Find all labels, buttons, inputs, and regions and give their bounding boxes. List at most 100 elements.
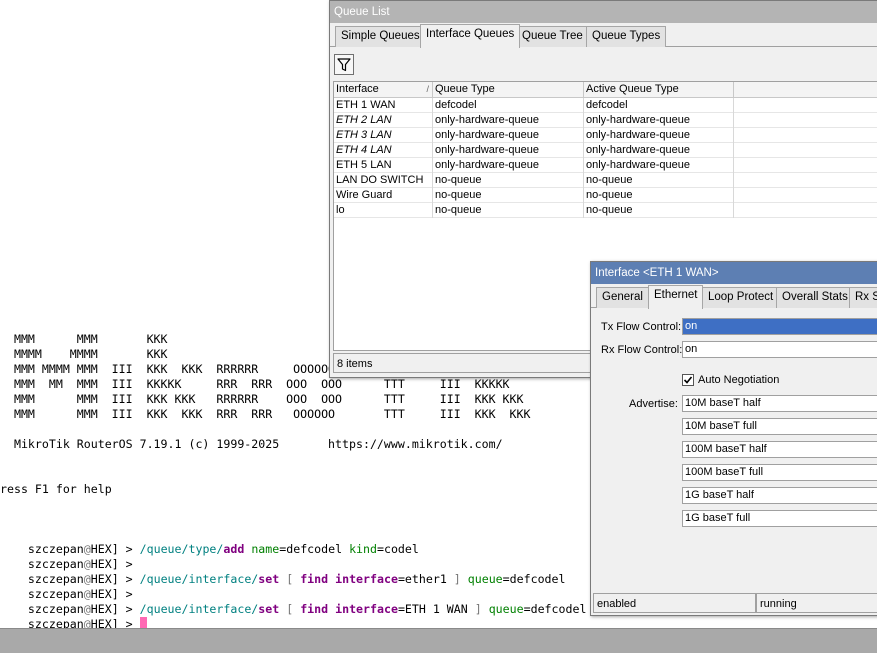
command-line: szczepan@HEX] > /queue/type/add name=def… xyxy=(27,542,419,556)
cmd-arg-value: defcodel xyxy=(286,542,343,556)
advertise-option[interactable]: 10M baseT half xyxy=(682,395,877,412)
cmd-arg-key: name xyxy=(251,542,280,556)
table-row[interactable]: LAN DO SWITCH no-queue no-queue xyxy=(334,173,877,188)
cmd-arg-value: codel xyxy=(383,542,419,556)
column-header[interactable]: Queue Type xyxy=(433,82,584,98)
active-queue-type-cell: only-hardware-queue xyxy=(584,143,734,158)
active-queue-type-cell: only-hardware-queue xyxy=(584,158,734,173)
advertise-option[interactable]: 1G baseT full xyxy=(682,510,877,527)
interface-cell: ETH 3 LAN xyxy=(334,128,433,143)
cmd-path: /queue/type/ xyxy=(139,542,224,556)
queue-type-cell: only-hardware-queue xyxy=(433,143,584,158)
prompt-at: @ xyxy=(83,617,91,628)
active-queue-type-cell: only-hardware-queue xyxy=(584,128,734,143)
prompt-tail: ] > xyxy=(111,617,140,628)
interface-cell: lo xyxy=(334,203,433,218)
interface-cell: ETH 4 LAN xyxy=(334,143,433,158)
table-row[interactable]: Wire Guard no-queue no-queue xyxy=(334,188,877,203)
active-queue-type-cell: defcodel xyxy=(584,98,734,113)
queue-type-cell: only-hardware-queue xyxy=(433,158,584,173)
empty-cell xyxy=(734,203,877,218)
active-queue-type-cell: no-queue xyxy=(584,173,734,188)
sort-indicator-icon: / xyxy=(426,84,429,94)
banner-line: MMM MMMM MMM III KKK KKK RRRRRR OOOOOO xyxy=(0,362,336,376)
active-queue-type-cell: no-queue xyxy=(584,203,734,218)
filter-icon xyxy=(337,57,351,71)
empty-cell xyxy=(734,143,877,158)
cmd-find-value: ETH 1 WAN xyxy=(404,602,468,616)
command-line: szczepan@HEX] > /queue/interface/set [ f… xyxy=(27,572,566,586)
advertise-option[interactable]: 100M baseT full xyxy=(682,464,877,481)
banner-line: MMM MMM III KKK KKK RRRRRR OOO OOO TTT I… xyxy=(0,392,524,406)
status-running: running xyxy=(756,593,877,613)
tab-interface-queues[interactable]: Interface Queues xyxy=(420,24,521,48)
rx-flow-field[interactable]: on xyxy=(682,341,877,358)
interface-window[interactable]: Interface <ETH 1 WAN> General Ethernet L… xyxy=(590,261,877,616)
tab-queue-types[interactable]: Queue Types xyxy=(586,26,667,47)
queue-type-cell: only-hardware-queue xyxy=(433,128,584,143)
status-enabled: enabled xyxy=(593,593,756,613)
column-header[interactable]: Interface / xyxy=(334,82,433,98)
empty-cell xyxy=(734,128,877,143)
tab-bar: General Ethernet Loop Protect Overall St… xyxy=(591,284,877,309)
column-header[interactable] xyxy=(734,82,877,98)
auto-negotiation-checkbox[interactable] xyxy=(682,374,694,386)
tab-rx-stats[interactable]: Rx S xyxy=(849,287,877,308)
interface-cell: ETH 5 LAN xyxy=(334,158,433,173)
command-line: szczepan@HEX] > /queue/interface/set [ f… xyxy=(27,602,587,616)
command-line: szczepan@HEX] > xyxy=(0,572,140,601)
tab-queue-tree[interactable]: Queue Tree xyxy=(516,26,589,47)
table-row[interactable]: ETH 4 LAN only-hardware-queue only-hardwar… xyxy=(334,143,877,158)
empty-cell xyxy=(734,98,877,113)
advertise-option[interactable]: 10M baseT full xyxy=(682,418,877,435)
tx-flow-field[interactable]: on xyxy=(682,318,877,335)
filter-button[interactable] xyxy=(334,54,354,75)
table-row[interactable]: ETH 3 LAN only-hardware-queue only-hardwar… xyxy=(334,128,877,143)
cmd-verb: set xyxy=(258,602,280,616)
rx-flow-label: Rx Flow Control: xyxy=(601,344,683,356)
tab-general[interactable]: General xyxy=(596,287,649,308)
advertise-option[interactable]: 1G baseT half xyxy=(682,487,877,504)
cmd-verb: add xyxy=(223,542,245,556)
prompt-user: szczepan xyxy=(27,617,84,628)
version-line: MikroTik RouterOS 7.19.1 (c) 1999-2025 h… xyxy=(0,437,503,451)
empty-cell xyxy=(734,158,877,173)
cmd-queue-value: defcodel xyxy=(530,602,587,616)
banner-line: MMM MMM KKK xyxy=(0,332,168,346)
bottom-bar xyxy=(0,628,877,653)
tab-ethernet[interactable]: Ethernet xyxy=(648,285,704,309)
queue-type-cell: only-hardware-queue xyxy=(433,113,584,128)
banner-line: MMM MM MMM III KKKKK RRR RRR OOO OOO TTT… xyxy=(0,377,510,391)
interface-cell: Wire Guard xyxy=(334,188,433,203)
active-queue-type-cell: no-queue xyxy=(584,188,734,203)
table-row[interactable]: lo no-queue no-queue xyxy=(334,203,877,218)
tab-simple-queues[interactable]: Simple Queues xyxy=(335,26,426,47)
tx-flow-label: Tx Flow Control: xyxy=(601,321,682,333)
cmd-arg-key: kind xyxy=(349,542,377,556)
table-header: Interface / Queue Type Active Queue Type xyxy=(334,82,877,98)
cmd-find-value: ether1 xyxy=(404,572,447,586)
advertise-label: Advertise: xyxy=(629,398,678,410)
empty-cell xyxy=(734,188,877,203)
queue-type-cell: no-queue xyxy=(433,188,584,203)
window-title[interactable]: Interface <ETH 1 WAN> xyxy=(591,262,877,284)
table-row[interactable]: ETH 1 WAN defcodel defcodel xyxy=(334,98,877,113)
tab-overall-stats[interactable]: Overall Stats xyxy=(776,287,854,308)
checkmark-icon xyxy=(683,376,693,384)
auto-negotiation-label: Auto Negotiation xyxy=(698,374,780,386)
interface-cell: LAN DO SWITCH xyxy=(334,173,433,188)
tab-bar: Simple Queues Interface Queues Queue Tre… xyxy=(330,23,877,48)
table-row[interactable]: ETH 2 LAN only-hardware-queue only-hardwar… xyxy=(334,113,877,128)
advertise-option[interactable]: 100M baseT half xyxy=(682,441,877,458)
column-header[interactable]: Active Queue Type xyxy=(584,82,734,98)
command-line[interactable]: szczepan@HEX] > xyxy=(0,602,147,628)
terminal-cursor xyxy=(139,617,147,628)
table-row[interactable]: ETH 5 LAN only-hardware-queue only-hardwar… xyxy=(334,158,877,173)
window-title[interactable]: Queue List xyxy=(330,1,877,23)
cmd-queue-value: defcodel xyxy=(509,572,566,586)
interface-cell: ETH 2 LAN xyxy=(334,113,433,128)
cmd-path: /queue/interface/ xyxy=(139,602,259,616)
prompt-host: HEX xyxy=(90,617,112,628)
tab-loop-protect[interactable]: Loop Protect xyxy=(702,287,780,308)
command-line: szczepan@HEX] > xyxy=(0,542,140,571)
